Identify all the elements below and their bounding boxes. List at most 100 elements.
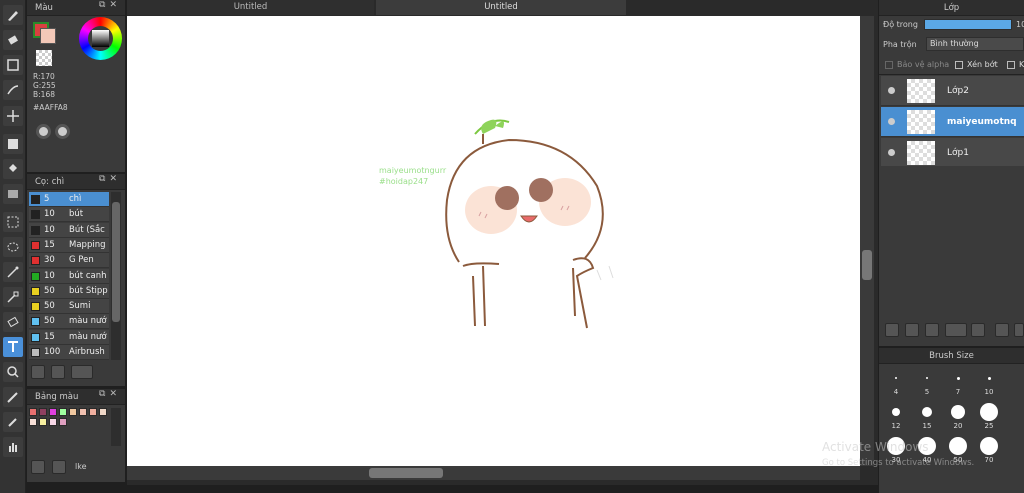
brush-size: 5 <box>44 194 50 204</box>
color-swatch[interactable] <box>49 408 57 416</box>
new-layer-8bit-icon[interactable] <box>905 323 919 337</box>
brush-item[interactable]: 100 Airbrush <box>29 345 109 360</box>
new-folder-icon[interactable] <box>971 323 985 337</box>
brush-size-option[interactable]: 12 <box>881 400 911 430</box>
new-layer-icon[interactable] <box>885 323 899 337</box>
canvas-vertical-scrollbar[interactable] <box>860 16 874 466</box>
transparent-color-swatch[interactable] <box>36 50 52 66</box>
add-layer-dropdown-icon[interactable] <box>945 323 967 337</box>
gradient-tool-icon[interactable] <box>3 184 23 204</box>
brush-item[interactable]: 15 Mapping <box>29 237 109 253</box>
layer-row[interactable]: maiyeumotnq <box>881 107 1024 137</box>
operation-tool-icon[interactable] <box>3 362 23 382</box>
layer-divider <box>879 74 1024 75</box>
magic-wand-tool-icon[interactable] <box>3 262 23 282</box>
color-swatch[interactable] <box>59 408 67 416</box>
brush-size-option[interactable]: 25 <box>974 400 1004 430</box>
color-swatch[interactable] <box>59 418 67 426</box>
layer-row[interactable]: Lớp1 <box>881 138 1024 168</box>
brush-new-icon[interactable] <box>51 365 65 379</box>
dropper-tool-icon[interactable] <box>3 412 23 432</box>
brush-item[interactable]: 30 G Pen <box>29 253 109 269</box>
visibility-eye-icon[interactable] <box>888 149 895 156</box>
panel-window-icons[interactable]: ⧉✕ <box>99 0 121 10</box>
tab-untitled-1[interactable]: Untitled <box>127 0 374 15</box>
canvas-horizontal-scrollbar[interactable] <box>127 466 860 480</box>
brush-size-option[interactable]: 70 <box>974 434 1004 464</box>
brush-size-option[interactable]: 15 <box>912 400 942 430</box>
brush-size-dot <box>895 377 897 379</box>
swatch-delete-icon[interactable] <box>52 460 66 474</box>
brush-item[interactable]: 15 màu nướ <box>29 329 109 345</box>
opacity-slider[interactable] <box>924 19 1012 30</box>
clipping-checkbox[interactable] <box>955 61 963 69</box>
eraser-tool-icon[interactable] <box>3 30 23 50</box>
brush-size-option[interactable]: 7 <box>943 366 973 396</box>
color-r-value: R:170 <box>33 72 55 81</box>
swatch-scrollbar[interactable] <box>111 408 121 446</box>
color-wheel[interactable] <box>79 17 122 60</box>
color-palette-icon[interactable] <box>36 124 51 139</box>
eyedropper-tool-icon[interactable] <box>3 387 23 407</box>
duplicate-layer-icon[interactable] <box>995 323 1009 337</box>
hand-tool-icon[interactable] <box>3 437 23 457</box>
color-swatch[interactable] <box>99 408 107 416</box>
drawing-canvas[interactable]: maiyeumotngurr #hoidap247 <box>127 16 860 466</box>
layer-row[interactable]: Lớp2 <box>881 76 1024 106</box>
brush-size-option[interactable]: 5 <box>912 366 942 396</box>
brush-size-title: Brush Size <box>879 348 1024 364</box>
tab-untitled-2[interactable]: Untitled <box>376 0 626 15</box>
fill-rect-tool-icon[interactable] <box>3 134 23 154</box>
protect-alpha-checkbox[interactable] <box>885 61 893 69</box>
bucket-tool-icon[interactable] <box>3 159 23 179</box>
brush-item[interactable]: 10 bút <box>29 207 109 223</box>
document-tab-bar: Untitled Untitled <box>127 0 878 15</box>
color-swatch[interactable] <box>39 408 47 416</box>
swatch-new-icon[interactable] <box>31 460 45 474</box>
text-tool-icon[interactable] <box>3 337 23 357</box>
brush-item[interactable]: 5 chì <box>29 192 109 207</box>
color-swatch[interactable] <box>49 418 57 426</box>
merge-layer-icon[interactable] <box>1014 323 1024 337</box>
new-layer-1bit-icon[interactable] <box>925 323 939 337</box>
color-g-value: G:255 <box>33 81 56 90</box>
blend-mode-select[interactable]: Bình thường <box>926 37 1024 51</box>
brush-settings-icon[interactable] <box>31 365 45 379</box>
brush-color-chip <box>31 332 40 342</box>
brush-size-option[interactable]: 10 <box>974 366 1004 396</box>
brush-size-option[interactable]: 20 <box>943 400 973 430</box>
brush-name: chì <box>69 194 82 204</box>
panel-window-icons[interactable]: ⧉✕ <box>99 389 121 399</box>
brush-item[interactable]: 10 bút canh <box>29 268 109 284</box>
move-tool-icon[interactable] <box>3 106 23 126</box>
brush-size-option[interactable]: 4 <box>881 366 911 396</box>
color-swatch[interactable] <box>89 408 97 416</box>
lasso-tool-icon[interactable] <box>3 237 23 257</box>
color-swatch[interactable] <box>29 418 37 426</box>
brush-list-scrollbar[interactable] <box>111 192 121 360</box>
brush-add-icon[interactable] <box>71 365 93 379</box>
pen-tool-icon[interactable] <box>3 80 23 100</box>
color-picker-icon[interactable] <box>55 124 70 139</box>
brush-item[interactable]: 50 Sumi <box>29 299 109 315</box>
shape-tool-icon[interactable] <box>3 55 23 75</box>
secondary-color-swatch[interactable] <box>40 28 56 44</box>
color-swatch[interactable] <box>79 408 87 416</box>
brush-item[interactable]: 50 bút Stipp <box>29 283 109 299</box>
color-swatch[interactable] <box>29 408 37 416</box>
visibility-eye-icon[interactable] <box>888 118 895 125</box>
select-eraser-tool-icon[interactable] <box>3 312 23 332</box>
brush-color-chip <box>31 271 40 281</box>
brush-item[interactable]: 50 màu nướ <box>29 314 109 330</box>
brush-size: 50 <box>44 301 55 312</box>
select-pen-tool-icon[interactable] <box>3 287 23 307</box>
visibility-eye-icon[interactable] <box>888 87 895 94</box>
color-swatch[interactable] <box>39 418 47 426</box>
brush-item[interactable]: 10 Bút (Sắc <box>29 222 109 238</box>
brush-size: 30 <box>44 255 55 266</box>
extra-checkbox[interactable] <box>1007 61 1015 69</box>
color-swatch[interactable] <box>69 408 77 416</box>
brush-tool-icon[interactable] <box>3 5 23 25</box>
panel-window-icons[interactable]: ⧉✕ <box>99 174 121 184</box>
select-rect-tool-icon[interactable] <box>3 212 23 232</box>
